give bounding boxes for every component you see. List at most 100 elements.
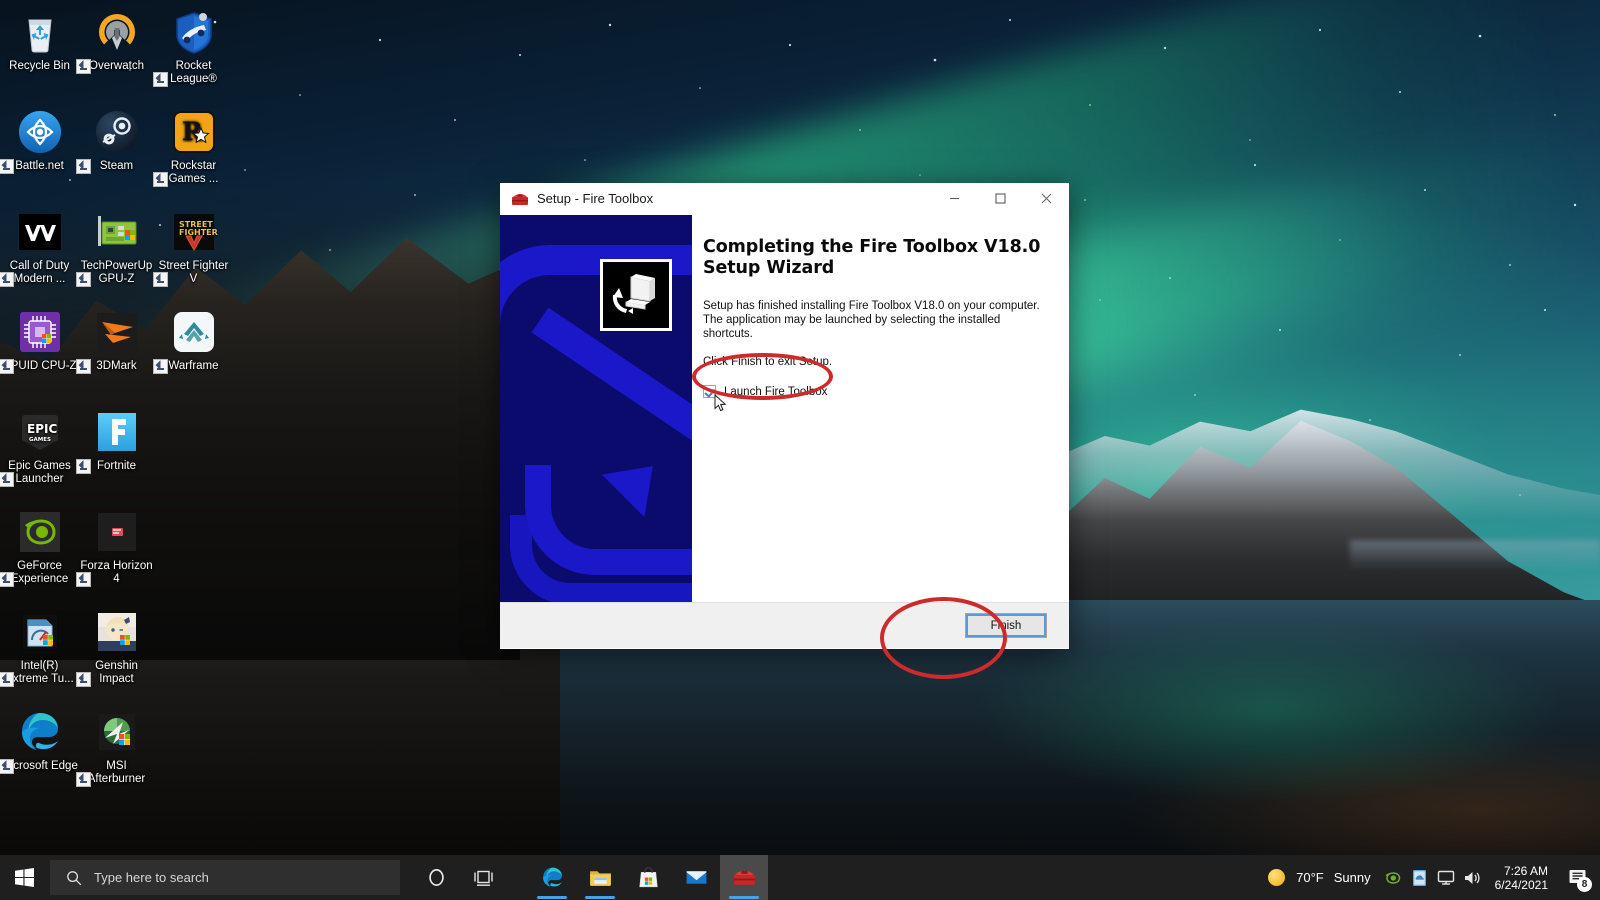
network-tray-icon bbox=[1437, 870, 1454, 885]
nvidia-tray-icon bbox=[1385, 871, 1401, 884]
taskbar-item-fire-toolbox[interactable] bbox=[720, 855, 768, 900]
desktop-icon-steam[interactable]: Steam bbox=[76, 108, 155, 174]
maximize-button[interactable] bbox=[977, 183, 1023, 215]
shortcut-overlay-icon bbox=[0, 272, 14, 287]
desktop-icon-microsoft-edge[interactable]: Microsoft Edge bbox=[0, 708, 78, 774]
desktop-icon-label: Recycle Bin bbox=[9, 60, 70, 72]
taskbar-item-file-explorer[interactable] bbox=[576, 855, 624, 900]
desktop-icon-genshin-impact[interactable]: Genshin Impact bbox=[76, 608, 155, 687]
desktop-icon-geforce-experience[interactable]: GeForce Experience bbox=[0, 508, 78, 587]
desktop-icon-gpu-z[interactable]: TechPowerUp GPU-Z bbox=[76, 208, 155, 287]
desktop-icon-fortnite[interactable]: Fortnite bbox=[76, 408, 155, 474]
finish-button[interactable]: Finish bbox=[965, 613, 1047, 638]
shortcut-overlay-icon bbox=[153, 272, 168, 287]
desktop-icon-3dmark[interactable]: 3DMark bbox=[76, 308, 155, 374]
shortcut-overlay-icon bbox=[153, 72, 168, 87]
shortcut-overlay-icon bbox=[0, 472, 14, 487]
microsoft-edge-icon bbox=[16, 708, 64, 756]
3dmark-icon bbox=[93, 308, 141, 356]
overwatch-icon bbox=[93, 8, 141, 56]
desktop-icon-rocket-league[interactable]: Rocket League® bbox=[153, 8, 232, 87]
launch-checkbox-row[interactable]: Launch Fire Toolbox bbox=[703, 385, 1049, 412]
desktop-icon-forza-horizon-4[interactable]: Forza Horizon 4 bbox=[76, 508, 155, 587]
desktop-icon-intel-xtu[interactable]: Intel(R) Extreme Tu... bbox=[0, 608, 78, 687]
search-icon bbox=[66, 870, 82, 886]
shortcut-overlay-icon bbox=[76, 359, 91, 374]
street-fighter-v-icon: STREET FIGHTER bbox=[170, 208, 218, 256]
clock-date: 6/24/2021 bbox=[1494, 877, 1548, 892]
shortcut-overlay-icon bbox=[76, 272, 91, 287]
shortcut-overlay-icon bbox=[76, 459, 91, 474]
start-button[interactable] bbox=[0, 855, 48, 900]
cortana-circle-icon bbox=[428, 869, 444, 886]
task-view-button[interactable] bbox=[460, 855, 508, 900]
weather-widget[interactable]: 70°F Sunny bbox=[1256, 855, 1380, 900]
shortcut-overlay-icon bbox=[0, 672, 14, 687]
tray-item-network[interactable] bbox=[1433, 855, 1459, 900]
banner-arrow-lower-outline bbox=[510, 515, 692, 602]
fire-toolbox-icon bbox=[511, 190, 529, 208]
warframe-icon bbox=[170, 308, 218, 356]
system-tray[interactable]: 70°F Sunny 7:26 AM 6/24/2021 8 bbox=[1256, 855, 1600, 900]
clock[interactable]: 7:26 AM 6/24/2021 bbox=[1485, 855, 1560, 900]
page-title: Completing the Fire Toolbox V18.0 Setup … bbox=[703, 237, 1041, 278]
clock-time: 7:26 AM bbox=[1503, 863, 1548, 878]
desktop-icon-grid[interactable]: Recycle Bin Overwatch Rocket League® Bat… bbox=[0, 0, 240, 830]
desktop-icon-battlenet[interactable]: Battle.net bbox=[0, 108, 78, 174]
desktop-icon-rockstar-games[interactable]: R Rockstar Games ... bbox=[153, 108, 232, 187]
shortcut-overlay-icon bbox=[76, 572, 91, 587]
desktop[interactable]: Recycle Bin Overwatch Rocket League® Bat… bbox=[0, 0, 1600, 900]
desktop-icon-overwatch[interactable]: Overwatch bbox=[76, 8, 155, 74]
window-titlebar[interactable]: Setup - Fire Toolbox bbox=[500, 183, 1069, 215]
window-title: Setup - Fire Toolbox bbox=[537, 191, 654, 206]
action-center-button[interactable]: 8 bbox=[1560, 855, 1594, 900]
taskbar-item-microsoft-store[interactable] bbox=[624, 855, 672, 900]
volume-tray-icon bbox=[1464, 871, 1480, 884]
fortnite-icon bbox=[93, 408, 141, 456]
search-placeholder: Type here to search bbox=[94, 870, 209, 885]
desktop-icon-cpu-z[interactable]: CPUID CPU-Z bbox=[0, 308, 78, 374]
desktop-icon-call-of-duty[interactable]: Call of Duty Modern ... bbox=[0, 208, 78, 287]
forza-horizon-icon bbox=[93, 508, 141, 556]
cpu-z-icon bbox=[16, 308, 64, 356]
search-input[interactable]: Type here to search bbox=[50, 860, 400, 895]
mail-taskbar-icon bbox=[686, 871, 706, 884]
desktop-icon-warframe[interactable]: Warframe bbox=[153, 308, 232, 374]
rockstar-games-icon: R bbox=[170, 108, 218, 156]
tray-item-volume[interactable] bbox=[1459, 855, 1485, 900]
shortcut-overlay-icon bbox=[0, 359, 14, 374]
microsoft-edge-taskbar-icon bbox=[542, 867, 562, 887]
taskbar-item-mail[interactable] bbox=[672, 855, 720, 900]
desktop-icon-recycle-bin[interactable]: Recycle Bin bbox=[1, 8, 78, 73]
setup-wizard-window[interactable]: Setup - Fire Toolbox Completing the Fire… bbox=[500, 183, 1069, 649]
launch-fire-toolbox-label[interactable]: Launch Fire Toolbox bbox=[724, 386, 827, 398]
window-body: Completing the Fire Toolbox V18.0 Setup … bbox=[500, 215, 1069, 602]
tray-item-onedrive[interactable] bbox=[1407, 855, 1433, 900]
shortcut-overlay-icon bbox=[76, 159, 91, 174]
running-indicator bbox=[729, 896, 759, 899]
tray-item-nvidia[interactable] bbox=[1381, 855, 1407, 900]
windows-logo-icon bbox=[14, 868, 34, 887]
taskbar-item-microsoft-edge[interactable] bbox=[528, 855, 576, 900]
call-of-duty-icon bbox=[16, 208, 64, 256]
svg-text:GAMES: GAMES bbox=[29, 437, 51, 443]
notification-count-badge: 8 bbox=[1577, 877, 1592, 892]
setup-instruction: Click Finish to exit Setup. bbox=[703, 356, 833, 368]
battlenet-icon bbox=[16, 108, 64, 156]
taskbar[interactable]: Type here to search 70°F Sunny 7:26 AM 6… bbox=[0, 855, 1600, 900]
window-controls[interactable] bbox=[931, 183, 1069, 215]
shortcut-overlay-icon bbox=[0, 759, 14, 774]
minimize-button[interactable] bbox=[931, 183, 977, 215]
running-indicator bbox=[585, 896, 615, 899]
taskbar-app-buttons[interactable] bbox=[528, 855, 768, 900]
recycle-bin-icon bbox=[16, 8, 64, 56]
cortana-button[interactable] bbox=[412, 855, 460, 900]
svg-text:EPIC: EPIC bbox=[27, 422, 57, 436]
desktop-icon-street-fighter-v[interactable]: STREET FIGHTER Street Fighter V bbox=[153, 208, 232, 287]
desktop-icon-epic-games-launcher[interactable]: EPIC GAMES Epic Games Launcher bbox=[0, 408, 78, 487]
epic-games-icon: EPIC GAMES bbox=[16, 408, 64, 456]
setup-description: Setup has finished installing Fire Toolb… bbox=[703, 300, 1040, 340]
close-button[interactable] bbox=[1023, 183, 1069, 215]
desktop-icon-msi-afterburner[interactable]: MSI Afterburner bbox=[76, 708, 155, 787]
shortcut-overlay-icon bbox=[76, 672, 91, 687]
